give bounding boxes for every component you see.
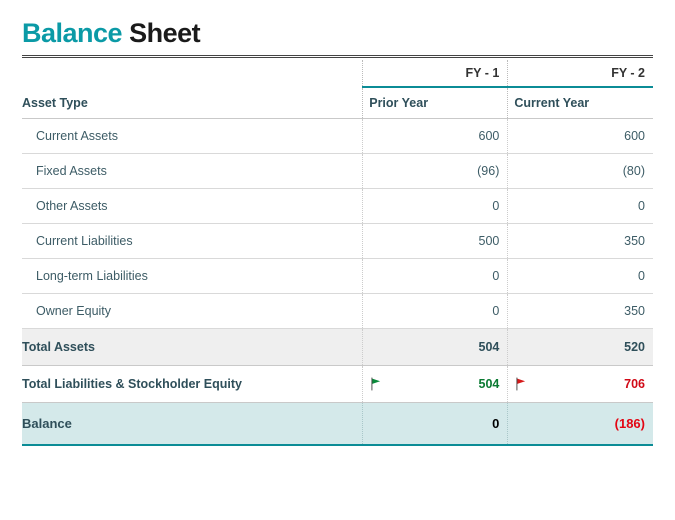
row-fy1: 500	[363, 224, 508, 259]
prior-year-header: Prior Year	[363, 87, 508, 119]
total-assets-label: Total Assets	[22, 329, 363, 366]
row-fy2: 350	[508, 224, 653, 259]
row-fy2: 350	[508, 294, 653, 329]
total-assets-fy2: 520	[508, 329, 653, 366]
balance-fy2: (186)	[508, 403, 653, 446]
row-label: Long-term Liabilities	[22, 259, 363, 294]
row-fy2: 0	[508, 259, 653, 294]
table-row: Owner Equity 0 350	[22, 294, 653, 329]
total-liabilities-equity-row: Total Liabilities & Stockholder Equity 5…	[22, 366, 653, 403]
current-year-header: Current Year	[508, 87, 653, 119]
row-fy1: 0	[363, 259, 508, 294]
balance-label: Balance	[22, 403, 363, 446]
row-fy2: 0	[508, 189, 653, 224]
tlse-fy1: 504	[363, 366, 508, 403]
row-fy1: 0	[363, 294, 508, 329]
row-label: Owner Equity	[22, 294, 363, 329]
title-underline	[22, 55, 653, 58]
title-part2: Sheet	[129, 18, 200, 48]
table-row: Long-term Liabilities 0 0	[22, 259, 653, 294]
tlse-fy2-value: 706	[624, 377, 645, 391]
row-label: Other Assets	[22, 189, 363, 224]
flag-icon	[371, 378, 382, 391]
row-fy1: (96)	[363, 154, 508, 189]
balance-sheet-table: FY - 1 FY - 2 Asset Type Prior Year Curr…	[22, 60, 653, 446]
empty-cell	[22, 60, 363, 87]
row-label: Current Assets	[22, 119, 363, 154]
page-title: Balance Sheet	[22, 18, 653, 49]
total-assets-fy1: 504	[363, 329, 508, 366]
fiscal-year-row: FY - 1 FY - 2	[22, 60, 653, 87]
table-row: Current Liabilities 500 350	[22, 224, 653, 259]
table-row: Current Assets 600 600	[22, 119, 653, 154]
title-part1: Balance	[22, 18, 122, 48]
tlse-fy2: 706	[508, 366, 653, 403]
table-row: Fixed Assets (96) (80)	[22, 154, 653, 189]
table-row: Other Assets 0 0	[22, 189, 653, 224]
column-header-row: Asset Type Prior Year Current Year	[22, 87, 653, 119]
balance-row: Balance 0 (186)	[22, 403, 653, 446]
total-assets-row: Total Assets 504 520	[22, 329, 653, 366]
row-label: Fixed Assets	[22, 154, 363, 189]
fy1-header: FY - 1	[363, 60, 508, 87]
asset-type-header: Asset Type	[22, 87, 363, 119]
balance-fy1: 0	[363, 403, 508, 446]
tlse-label: Total Liabilities & Stockholder Equity	[22, 366, 363, 403]
fy2-header: FY - 2	[508, 60, 653, 87]
row-fy1: 600	[363, 119, 508, 154]
row-fy2: (80)	[508, 154, 653, 189]
row-fy2: 600	[508, 119, 653, 154]
tlse-fy1-value: 504	[479, 377, 500, 391]
flag-icon	[516, 378, 527, 391]
row-label: Current Liabilities	[22, 224, 363, 259]
row-fy1: 0	[363, 189, 508, 224]
